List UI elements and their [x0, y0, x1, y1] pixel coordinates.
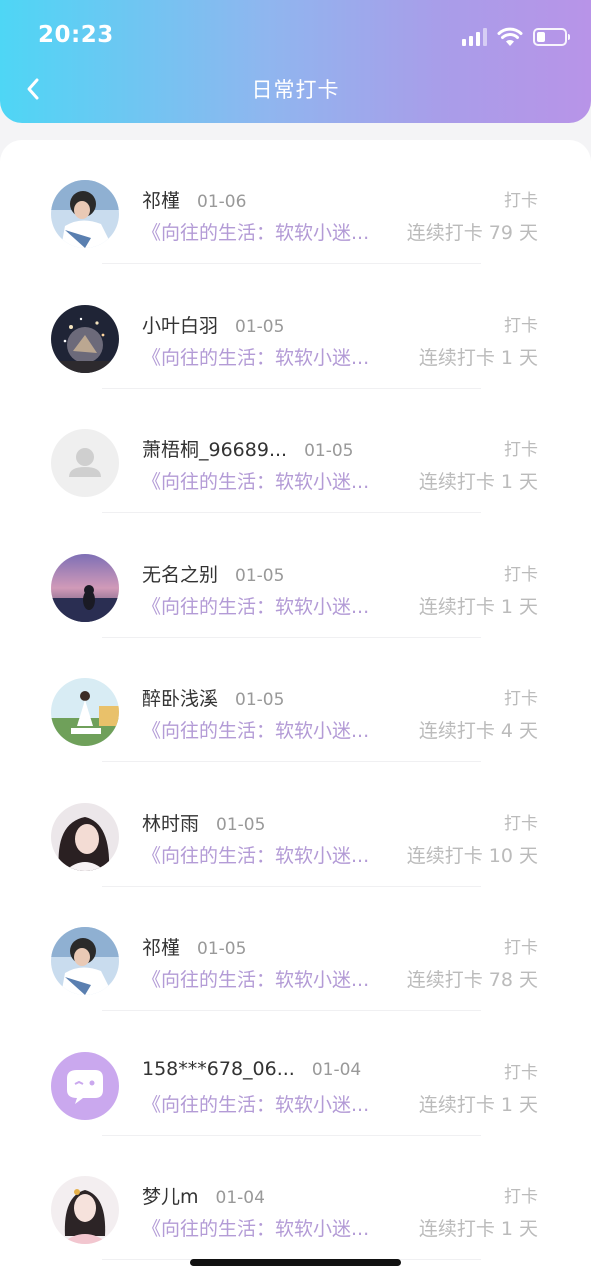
- checkin-tag: 打卡: [504, 1187, 538, 1207]
- name-line: 祁槿 01-05: [142, 933, 246, 960]
- avatar[interactable]: [51, 180, 119, 248]
- avatar[interactable]: [51, 304, 119, 373]
- signal-icon: [462, 28, 487, 46]
- list-item[interactable]: 梦儿m 01-04 打卡《向往的生活：软软小迷... 连续打卡 1 天: [0, 1136, 591, 1260]
- user-name: 158***678_06...: [142, 1057, 295, 1080]
- streak-count: 连续打卡 10 天: [406, 840, 538, 868]
- book-title: 《向往的生活：软软小迷...: [142, 595, 370, 618]
- streak-count: 连续打卡 1 天: [418, 591, 538, 619]
- wifi-icon: [497, 27, 523, 46]
- status-time: 20:23: [38, 22, 114, 48]
- status-icons: [462, 25, 570, 49]
- list-item[interactable]: 萧梧桐_96689... 01-05 打卡《向往的生活：软软小迷... 连续打卡 1 …: [0, 389, 591, 513]
- avatar[interactable]: [51, 1176, 119, 1244]
- avatar[interactable]: [51, 678, 119, 746]
- book-title: 《向往的生活：软软小迷...: [142, 346, 370, 369]
- name-line: 158***678_06... 01-04: [142, 1058, 361, 1080]
- checkin-date: 01-05: [235, 316, 285, 337]
- checkin-tag: 打卡: [504, 440, 538, 460]
- checkin-date: 01-05: [216, 814, 266, 835]
- user-name: 小叶白羽: [142, 314, 219, 337]
- user-name: 无名之别: [142, 563, 219, 586]
- name-line: 梦儿m 01-04: [142, 1182, 265, 1209]
- avatar[interactable]: [51, 429, 119, 497]
- checkin-date: 01-04: [215, 1188, 265, 1208]
- checkin-tag: 打卡: [504, 813, 538, 834]
- checkin-tag: 打卡: [504, 689, 538, 709]
- checkin-date: 01-05: [235, 690, 285, 710]
- name-line: 林时雨 01-05: [142, 809, 265, 836]
- streak-count: 连续打卡 1 天: [418, 1214, 538, 1241]
- user-name: 林时雨: [142, 812, 200, 835]
- streak-count: 连续打卡 1 天: [418, 342, 538, 370]
- book-title: 《向往的生活：软软小迷...: [142, 471, 370, 493]
- streak-count: 连续打卡 4 天: [418, 716, 538, 743]
- checkin-date: 01-05: [197, 939, 247, 959]
- name-line: 小叶白羽 01-05: [142, 311, 284, 338]
- user-name: 祁槿: [142, 937, 181, 959]
- streak-count: 连续打卡 1 天: [418, 467, 538, 494]
- checkin-tag: 打卡: [504, 1062, 538, 1083]
- checkin-date: 01-06: [197, 192, 247, 212]
- avatar[interactable]: [51, 1051, 119, 1120]
- streak-count: 连续打卡 78 天: [406, 965, 538, 992]
- list-item[interactable]: 无名之别 01-05 打卡《向往的生活：软软小迷... 连续打卡 1 天: [0, 514, 591, 638]
- list-item[interactable]: 醉卧浅溪 01-05 打卡《向往的生活：软软小迷... 连续打卡 4 天: [0, 638, 591, 762]
- user-name: 醉卧浅溪: [142, 688, 219, 710]
- user-name: 萧梧桐_96689...: [142, 439, 288, 461]
- user-name: 梦儿m: [142, 1186, 199, 1208]
- user-name: 祁槿: [142, 190, 181, 212]
- streak-count: 连续打卡 79 天: [406, 218, 538, 245]
- list-item[interactable]: 小叶白羽 01-05 打卡《向往的生活：软软小迷... 连续打卡 1 天: [0, 265, 591, 389]
- name-line: 萧梧桐_96689... 01-05: [142, 435, 353, 462]
- home-indicator[interactable]: [190, 1259, 401, 1266]
- book-title: 《向往的生活：软软小迷...: [142, 844, 370, 867]
- name-line: 醉卧浅溪 01-05: [142, 684, 284, 711]
- checkin-list: 祁槿 01-06 打卡 《向往的生活：软软小迷... 连续打卡 79 天小叶白羽 01-0…: [0, 140, 591, 1280]
- checkin-tag: 打卡: [504, 315, 538, 336]
- name-line: 祁槿 01-06: [142, 186, 246, 213]
- list-item[interactable]: 祁槿 01-05 打卡《向往的生活：软软小迷... 连续打卡 78 天: [0, 887, 591, 1011]
- checkin-tag: 打卡: [504, 564, 538, 585]
- checkin-date: 01-05: [304, 441, 354, 461]
- streak-count: 连续打卡 1 天: [418, 1089, 538, 1117]
- avatar[interactable]: [51, 802, 119, 871]
- checkin-tag: 打卡: [504, 191, 538, 211]
- header-bar: 20:23 日常打卡: [0, 0, 591, 123]
- book-title: 《向往的生活：软软小迷...: [142, 720, 370, 742]
- book-title: 《向往的生活：软软小迷...: [142, 1093, 370, 1116]
- book-title: 《向往的生活：软软小迷...: [142, 222, 370, 244]
- book-title: 《向往的生活：软软小迷...: [142, 1218, 370, 1240]
- checkin-tag: 打卡: [504, 938, 538, 958]
- avatar[interactable]: [51, 927, 119, 995]
- page-title: 日常打卡: [251, 78, 340, 102]
- list-item[interactable]: 158***678_06... 01-04 打卡《向往的生活：软软小迷... 连续打卡…: [0, 1012, 591, 1136]
- checkin-date: 01-04: [311, 1059, 362, 1080]
- avatar[interactable]: [51, 553, 119, 622]
- book-title: 《向往的生活：软软小迷...: [142, 969, 370, 991]
- name-line: 无名之别 01-05: [142, 560, 284, 587]
- checkin-date: 01-05: [235, 565, 285, 586]
- battery-icon: [533, 28, 570, 46]
- list-item[interactable]: 林时雨 01-05 打卡《向往的生活：软软小迷... 连续打卡 10 天: [0, 763, 591, 887]
- list-item[interactable]: 祁槿 01-06 打卡《向往的生活：软软小迷... 连续打卡 79 天: [0, 140, 591, 264]
